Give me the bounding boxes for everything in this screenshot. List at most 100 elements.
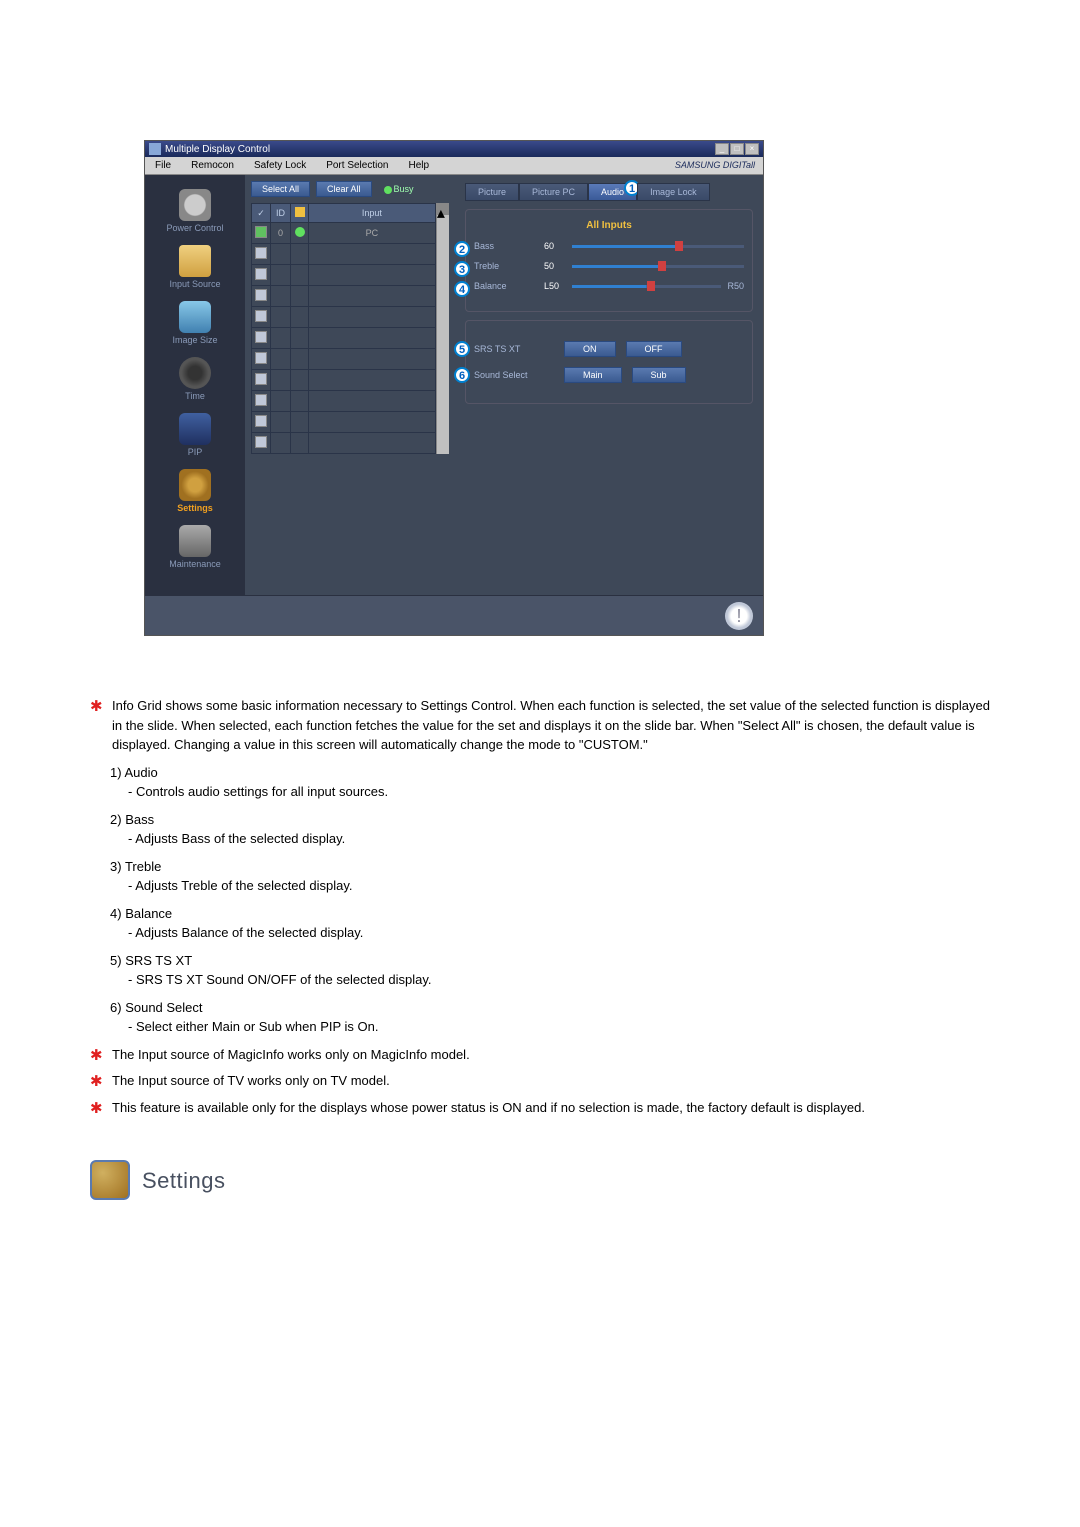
image-size-icon xyxy=(179,301,211,333)
table-row[interactable] xyxy=(252,265,436,286)
tab-image-lock[interactable]: Image Lock xyxy=(637,183,710,201)
sidebar-input-source[interactable]: Input Source xyxy=(145,239,245,295)
sidebar-image-size[interactable]: Image Size xyxy=(145,295,245,351)
badge-6: 6 xyxy=(454,367,470,383)
close-button[interactable]: × xyxy=(745,143,759,155)
star-icon: ✱ xyxy=(90,1045,104,1068)
treble-label: Treble xyxy=(474,261,544,271)
list-item: 2) Bass- Adjusts Bass of the selected di… xyxy=(110,810,990,849)
busy-dot-icon xyxy=(384,186,392,194)
status-bar: ! xyxy=(145,595,763,635)
sidebar-time[interactable]: Time xyxy=(145,351,245,407)
balance-slider[interactable] xyxy=(572,285,721,288)
badge-2: 2 xyxy=(454,241,470,257)
badge-5: 5 xyxy=(454,341,470,357)
busy-indicator: Busy xyxy=(384,184,414,194)
srs-off-button[interactable]: OFF xyxy=(626,341,682,357)
document-body: ✱ Info Grid shows some basic information… xyxy=(90,696,990,1200)
srs-on-button[interactable]: ON xyxy=(564,341,616,357)
settings-section-icon xyxy=(90,1160,130,1200)
row-checkbox[interactable] xyxy=(255,268,267,280)
menu-file[interactable]: File xyxy=(145,157,181,174)
status-dot-icon xyxy=(295,227,305,237)
bass-value: 60 xyxy=(544,241,572,251)
table-row[interactable]: 0PC xyxy=(252,223,436,244)
row-checkbox[interactable] xyxy=(255,352,267,364)
time-icon xyxy=(179,357,211,389)
table-row[interactable] xyxy=(252,286,436,307)
section-header: Settings xyxy=(90,1160,990,1200)
row-checkbox[interactable] xyxy=(255,310,267,322)
badge-3: 3 xyxy=(454,261,470,277)
bass-slider[interactable] xyxy=(572,245,744,248)
col-status[interactable] xyxy=(291,204,309,223)
balance-label: Balance xyxy=(474,281,544,291)
row-checkbox[interactable] xyxy=(255,226,267,238)
row-checkbox[interactable] xyxy=(255,415,267,427)
row-checkbox[interactable] xyxy=(255,394,267,406)
brand-label: SAMSUNG DIGITall xyxy=(667,157,763,174)
col-input[interactable]: Input xyxy=(309,204,436,223)
list-item: 5) SRS TS XT- SRS TS XT Sound ON/OFF of … xyxy=(110,951,990,990)
sound-main-button[interactable]: Main xyxy=(564,367,622,383)
select-all-button[interactable]: Select All xyxy=(251,181,310,197)
star-icon: ✱ xyxy=(90,1098,104,1121)
balance-right: R50 xyxy=(727,281,744,291)
menu-port-selection[interactable]: Port Selection xyxy=(316,157,398,174)
sidebar-power-control[interactable]: Power Control xyxy=(145,183,245,239)
menu-help[interactable]: Help xyxy=(398,157,439,174)
col-id[interactable]: ID xyxy=(271,204,291,223)
table-row[interactable] xyxy=(252,370,436,391)
panel-header: All Inputs xyxy=(474,220,744,231)
sidebar-maintenance[interactable]: Maintenance xyxy=(145,519,245,575)
tab-picture-pc[interactable]: Picture PC xyxy=(519,183,588,201)
clear-all-button[interactable]: Clear All xyxy=(316,181,372,197)
list-item: 4) Balance- Adjusts Balance of the selec… xyxy=(110,904,990,943)
scrollbar[interactable]: ▴ xyxy=(436,203,449,454)
all-inputs-panel: All Inputs 2 Bass 60 3 Treble 50 xyxy=(465,209,753,312)
tab-picture[interactable]: Picture xyxy=(465,183,519,201)
note-3: This feature is available only for the d… xyxy=(112,1098,990,1121)
sound-select-label: Sound Select xyxy=(474,370,564,380)
info-grid-table: ✓ ID Input 0PC xyxy=(251,203,436,454)
menu-remocon[interactable]: Remocon xyxy=(181,157,244,174)
table-row[interactable] xyxy=(252,349,436,370)
row-checkbox[interactable] xyxy=(255,289,267,301)
treble-value: 50 xyxy=(544,261,572,271)
srs-label: SRS TS XT xyxy=(474,344,564,354)
list-item: 3) Treble- Adjusts Treble of the selecte… xyxy=(110,857,990,896)
row-checkbox[interactable] xyxy=(255,247,267,259)
list-item: 1) Audio- Controls audio settings for al… xyxy=(110,763,990,802)
table-row[interactable] xyxy=(252,307,436,328)
treble-slider[interactable] xyxy=(572,265,744,268)
sidebar-pip[interactable]: PIP xyxy=(145,407,245,463)
sidebar: Power Control Input Source Image Size Ti… xyxy=(145,175,245,595)
table-row[interactable] xyxy=(252,328,436,349)
sound-sub-button[interactable]: Sub xyxy=(632,367,686,383)
menu-safety-lock[interactable]: Safety Lock xyxy=(244,157,316,174)
row-checkbox[interactable] xyxy=(255,331,267,343)
row-checkbox[interactable] xyxy=(255,436,267,448)
titlebar: Multiple Display Control _ □ × xyxy=(145,141,763,157)
sidebar-settings[interactable]: Settings xyxy=(145,463,245,519)
minimize-button[interactable]: _ xyxy=(715,143,729,155)
list-item: 6) Sound Select- Select either Main or S… xyxy=(110,998,990,1037)
bass-label: Bass xyxy=(474,241,544,251)
tab-audio[interactable]: 1Audio xyxy=(588,183,637,201)
col-check[interactable]: ✓ xyxy=(252,204,271,223)
table-row[interactable] xyxy=(252,244,436,265)
input-source-icon xyxy=(179,245,211,277)
row-checkbox[interactable] xyxy=(255,373,267,385)
sound-options-panel: 5 SRS TS XT ON OFF 6 Sound Select Main S… xyxy=(465,320,753,404)
info-grid-panel: Select All Clear All Busy ✓ ID Input xyxy=(245,175,455,595)
table-row[interactable] xyxy=(252,391,436,412)
maintenance-icon xyxy=(179,525,211,557)
intro-text: Info Grid shows some basic information n… xyxy=(112,696,990,755)
maximize-button[interactable]: □ xyxy=(730,143,744,155)
power-icon xyxy=(179,189,211,221)
table-row[interactable] xyxy=(252,433,436,454)
star-icon: ✱ xyxy=(90,696,104,755)
badge-4: 4 xyxy=(454,281,470,297)
table-row[interactable] xyxy=(252,412,436,433)
star-icon: ✱ xyxy=(90,1071,104,1094)
